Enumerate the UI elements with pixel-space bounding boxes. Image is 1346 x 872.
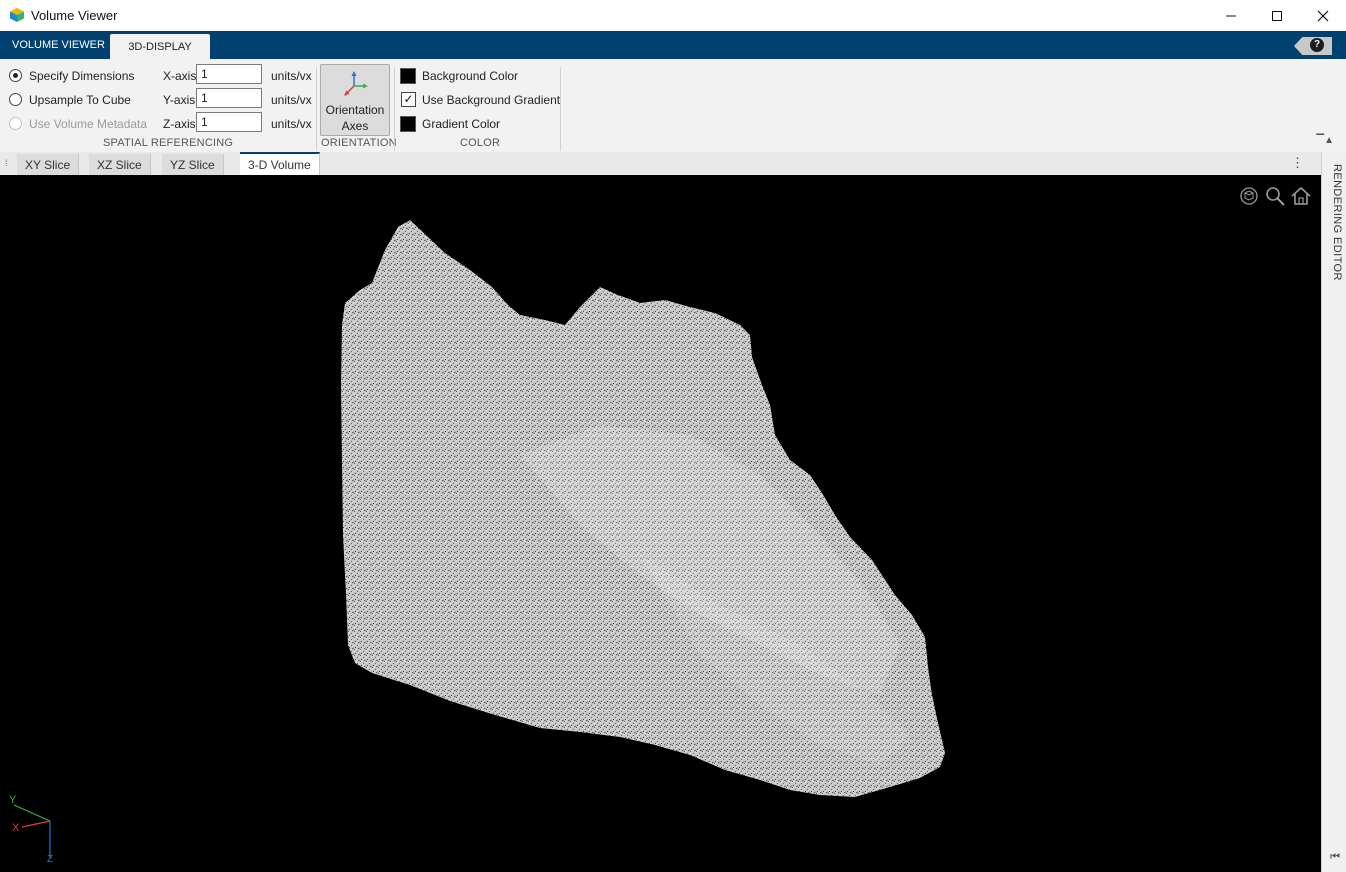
- tab-3d-display[interactable]: 3D-DISPLAY: [110, 34, 210, 59]
- zoom-icon[interactable]: [1264, 185, 1286, 207]
- document-tab-bar: ⁞ XY Slice XZ Slice YZ Slice 3-D Volume …: [0, 152, 1322, 176]
- orientation-axes-icon: [344, 71, 368, 96]
- section-divider: [316, 67, 317, 151]
- specify-dimensions-label[interactable]: Specify Dimensions: [29, 69, 134, 83]
- y-axis-unit: units/vx: [271, 93, 312, 107]
- spatial-referencing-section-label: SPATIAL REFERENCING: [103, 137, 234, 149]
- y-axis-label: Y-axis: [163, 93, 196, 107]
- x-axis-label: X-axis: [163, 69, 197, 83]
- expand-panel-icon[interactable]: ⏮: [1330, 851, 1340, 864]
- tab-xy-slice[interactable]: XY Slice: [17, 154, 80, 175]
- y-axis-field[interactable]: 1: [196, 88, 262, 108]
- gradient-color-label[interactable]: Gradient Color: [422, 117, 500, 131]
- tab-xz-slice[interactable]: XZ Slice: [89, 154, 151, 175]
- maximize-icon: [1272, 10, 1282, 21]
- background-color-label[interactable]: Background Color: [422, 69, 518, 83]
- axes-indicator: Y X Z: [9, 794, 53, 863]
- axis-x-label: X: [12, 822, 20, 834]
- viewport-toolbar: [1238, 185, 1312, 207]
- help-icon[interactable]: ?: [1310, 38, 1324, 52]
- minimize-icon: [1226, 15, 1236, 16]
- volume-viewer-app-icon: [10, 8, 24, 22]
- tab-3d-volume[interactable]: 3-D Volume: [240, 152, 320, 176]
- drag-grip-icon[interactable]: ⁞: [5, 158, 8, 168]
- x-axis-field[interactable]: 1: [196, 64, 262, 84]
- use-background-gradient-checkbox[interactable]: ✓: [401, 92, 416, 107]
- section-divider: [560, 67, 561, 151]
- volume-render-viewport[interactable]: Y X Z: [0, 175, 1322, 872]
- use-background-gradient-label[interactable]: Use Background Gradient: [422, 93, 560, 107]
- title-bar: Volume Viewer: [0, 0, 1346, 32]
- color-section-label: COLOR: [460, 137, 501, 149]
- tab-volume-viewer[interactable]: VOLUME VIEWER: [0, 31, 117, 59]
- minimize-button[interactable]: [1208, 0, 1254, 31]
- use-volume-metadata-radio: [9, 117, 22, 130]
- orientation-axes-button[interactable]: Orientation Axes: [320, 64, 390, 136]
- window-title: Volume Viewer: [31, 8, 118, 23]
- z-axis-field[interactable]: 1: [196, 112, 262, 132]
- maximize-button[interactable]: [1254, 0, 1300, 31]
- specify-dimensions-radio[interactable]: [9, 69, 22, 82]
- tab-yz-slice[interactable]: YZ Slice: [162, 154, 224, 175]
- z-axis-label: Z-axis: [163, 117, 196, 131]
- z-axis-unit: units/vx: [271, 117, 312, 131]
- upsample-to-cube-label[interactable]: Upsample To Cube: [29, 93, 131, 107]
- use-volume-metadata-label: Use Volume Metadata: [29, 117, 148, 131]
- toolstrip: Specify Dimensions Upsample To Cube Use …: [0, 59, 1346, 153]
- gradient-color-swatch[interactable]: [400, 116, 416, 132]
- orientation-axes-label: Orientation Axes: [325, 103, 385, 133]
- axis-y-label: Y: [9, 794, 17, 806]
- background-color-swatch[interactable]: [400, 68, 416, 84]
- rendered-volume: [341, 220, 945, 797]
- close-icon: [1317, 10, 1329, 21]
- collapse-toolstrip-icon[interactable]: ▔▲: [1316, 135, 1334, 146]
- ribbon-tab-bar: VOLUME VIEWER 3D-DISPLAY: [0, 31, 1346, 59]
- orientation-section-label: ORIENTATION: [321, 137, 397, 149]
- rendering-editor-tab[interactable]: RENDERING EDITOR: [1325, 164, 1343, 284]
- close-button[interactable]: [1300, 0, 1346, 31]
- rotate-3d-icon[interactable]: [1238, 185, 1260, 207]
- more-options-icon[interactable]: ⋮: [1291, 155, 1304, 171]
- x-axis-unit: units/vx: [271, 69, 312, 83]
- section-divider: [394, 67, 395, 151]
- rendering-editor-rail: RENDERING EDITOR ⏮: [1321, 152, 1346, 872]
- home-icon[interactable]: [1290, 185, 1312, 207]
- axis-z-label: Z: [47, 854, 53, 863]
- upsample-to-cube-radio[interactable]: [9, 93, 22, 106]
